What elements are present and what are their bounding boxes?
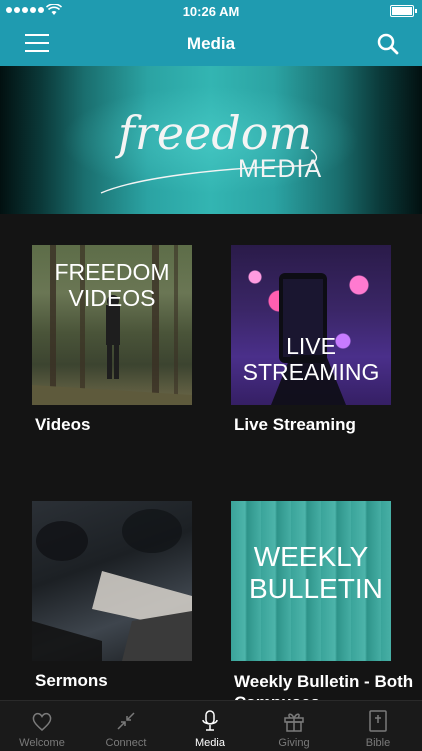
tab-label-giving: Giving [278,737,310,749]
media-banner: freedom MEDIA [0,66,422,214]
sermons-thumbnail[interactable] [32,501,192,661]
tile-live-streaming[interactable]: LIVE STREAMING Live Streaming [231,245,391,435]
search-icon[interactable] [376,32,400,56]
tab-giving[interactable]: Giving [252,701,336,751]
tab-label-connect: Connect [105,737,147,749]
tab-bar: Welcome Connect Media Giving Bible [0,700,422,751]
tile-sermons[interactable]: Sermons [32,501,192,691]
tab-connect[interactable]: Connect [84,701,168,751]
bulletin-thumb-text: WEEKLY BULLETIN [249,541,383,604]
banner-script-text: freedom [117,106,313,160]
tile-videos[interactable]: FREEDOM VIDEOS Videos [32,245,192,435]
heart-icon [32,712,52,731]
bulletin-thumbnail[interactable]: WEEKLY BULLETIN [231,501,391,661]
tile-label-live-streaming: Live Streaming [234,415,356,434]
tab-label-welcome: Welcome [19,737,65,749]
navigation-bar: Media [0,22,422,66]
tile-label-sermons: Sermons [35,671,108,690]
tab-label-bible: Bible [365,737,391,749]
tab-welcome[interactable]: Welcome [0,701,84,751]
videos-thumbnail[interactable]: FREEDOM VIDEOS [32,245,192,405]
tab-media[interactable]: Media [168,701,252,751]
media-grid: FREEDOM VIDEOS Videos LIVE STREAMING Liv… [0,214,422,712]
status-time: 10:26 AM [182,4,240,19]
tile-label-videos: Videos [35,415,91,434]
live-streaming-thumbnail[interactable]: LIVE STREAMING [231,245,391,405]
bible-icon [369,710,387,732]
live-thumb-text: LIVE STREAMING [242,333,380,385]
videos-thumb-text: FREEDOM VIDEOS [54,259,170,311]
tab-label-media: Media [195,737,225,749]
microphone-icon [202,710,218,731]
status-bar: 10:26 AM [0,0,422,22]
tab-bible[interactable]: Bible [336,701,420,751]
tile-weekly-bulletin[interactable]: WEEKLY BULLETIN Weekly Bulletin - Both C… [231,501,413,713]
banner-caption: MEDIA [238,155,323,183]
connect-icon [117,712,135,730]
battery-icon [390,5,417,17]
page-title: Media [186,34,236,53]
gift-icon [284,713,304,732]
